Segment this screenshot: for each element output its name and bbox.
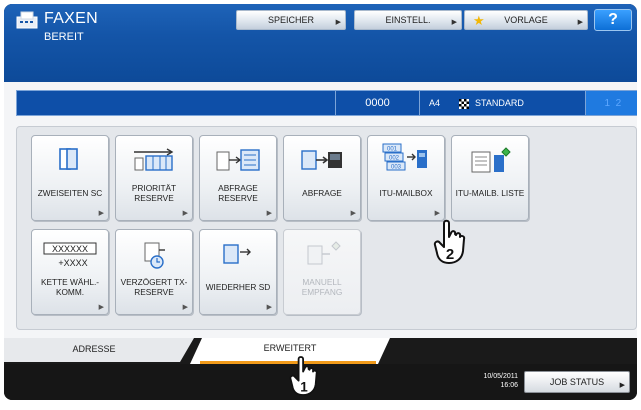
header: FAXEN BEREIT SPEICHER ▶ EINSTELL. ▶ ★ VO… <box>4 4 637 82</box>
arrow-icon: ▶ <box>434 210 440 217</box>
einstell-label: EINSTELL. <box>385 15 431 25</box>
arrow-icon: ▶ <box>182 210 188 217</box>
tile-verzogert-tx-reserve[interactable]: VERZÖGERT TX-RESERVE ▶ <box>115 229 193 315</box>
chain-dial-top: XXXXXX <box>52 244 88 254</box>
chain-dial-icon: XXXXXX +XXXX <box>43 242 97 268</box>
priority-reserve-icon <box>134 148 174 171</box>
arrow-icon: ▶ <box>266 210 272 217</box>
fax-screen: FAXEN BEREIT SPEICHER ▶ EINSTELL. ▶ ★ VO… <box>4 4 637 400</box>
itu-mailbox-icon: 001 002 003 <box>382 143 427 171</box>
itu-mailbox-list-icon <box>471 147 511 173</box>
svg-text:001: 001 <box>387 147 398 153</box>
duplex-scan-icon <box>59 148 78 170</box>
fax-icon <box>16 11 38 29</box>
tile-label: ZWEISEITEN SC <box>37 188 103 199</box>
tile-manuell-empfang: MANUELL EMPFANG <box>283 229 361 315</box>
tile-label: MANUELL EMPFANG <box>301 277 343 297</box>
arrow-icon: ▶ <box>335 19 341 26</box>
einstell-button[interactable]: EINSTELL. ▶ <box>354 10 462 30</box>
tile-kette-wahl-komm[interactable]: XXXXXX +XXXX KETTE WÄHL.-KOMM. ▶ <box>31 229 109 315</box>
main-content: 0000 A4 STANDARD 1 2 ZWEISEITEN SC ▶ PRI… <box>4 82 637 338</box>
tile-label: WIEDERHER SD <box>205 282 271 293</box>
datetime: 10/05/2011 16:06 <box>474 372 518 390</box>
polling-icon <box>301 150 342 170</box>
delayed-tx-icon <box>144 242 165 269</box>
tab-adresse-label: ADRESSE <box>72 344 116 354</box>
tile-itu-mailbox[interactable]: 001 002 003 ITU-MAILBOX ▶ <box>367 135 445 221</box>
resolution-mode: STANDARD <box>449 91 585 115</box>
tile-abfrage-reserve[interactable]: ABFRAGE RESERVE ▶ <box>199 135 277 221</box>
vorlage-label: VORLAGE <box>504 15 548 25</box>
function-panel: ZWEISEITEN SC ▶ PRIORITÄT RESERVE ▶ ABFR… <box>16 126 637 330</box>
tile-label: ITU-MAILB. LISTE <box>455 188 525 199</box>
step-1-number: 1 <box>300 379 308 394</box>
tile-label: ITU-MAILBOX <box>379 188 433 199</box>
step-2-number: 2 <box>446 246 454 263</box>
polling-reserve-icon <box>216 149 260 171</box>
time: 16:06 <box>500 382 518 390</box>
date: 10/05/2011 <box>483 373 518 380</box>
tile-zweiseiten-sc[interactable]: ZWEISEITEN SC ▶ <box>31 135 109 221</box>
paper-size: A4 <box>419 91 449 115</box>
tab-adresse[interactable]: ADRESSE <box>4 338 194 362</box>
app-title: FAXEN <box>44 10 98 27</box>
tab-erweitert-label: ERWEITERT <box>263 343 317 353</box>
arrow-icon: ▶ <box>350 210 356 217</box>
arrow-icon: ▶ <box>266 304 272 311</box>
resolution-label: STANDARD <box>475 98 524 108</box>
tile-label: VERZÖGERT TX-RESERVE <box>120 277 188 297</box>
arrow-icon: ▶ <box>619 382 625 389</box>
arrow-icon: ▶ <box>577 19 583 26</box>
line-indicator: 1 2 <box>585 91 637 115</box>
tile-abfrage[interactable]: ABFRAGE ▶ <box>283 135 361 221</box>
hand-pointer-2-icon: 2 <box>433 219 466 264</box>
tile-wiederher-sd[interactable]: WIEDERHER SD ▶ <box>199 229 277 315</box>
chain-dial-bottom: +XXXX <box>58 258 87 268</box>
svg-text:002: 002 <box>389 156 400 162</box>
vorlage-button[interactable]: ★ VORLAGE ▶ <box>464 10 588 30</box>
tile-label: KETTE WÄHL.-KOMM. <box>40 277 100 297</box>
arrow-icon: ▶ <box>98 304 104 311</box>
page-count: 0000 <box>335 91 419 115</box>
star-icon: ★ <box>473 13 485 28</box>
speicher-button[interactable]: SPEICHER ▶ <box>236 10 346 30</box>
tile-prioritat-reserve[interactable]: PRIORITÄT RESERVE ▶ <box>115 135 193 221</box>
job-status-button[interactable]: JOB STATUS ▶ <box>524 371 630 393</box>
job-status-label: JOB STATUS <box>549 377 605 387</box>
hand-pointer-1-icon: 1 <box>289 356 318 396</box>
arrow-icon: ▶ <box>451 19 457 26</box>
svg-text:003: 003 <box>391 165 402 171</box>
tile-label: ABFRAGE <box>302 188 342 199</box>
resolution-icon <box>459 99 469 109</box>
tile-itu-mailb-liste[interactable]: ITU-MAILB. LISTE <box>451 135 529 221</box>
tile-label: ABFRAGE RESERVE <box>218 183 258 203</box>
fax-status-bar: 0000 A4 STANDARD 1 2 <box>16 90 637 116</box>
machine-status: BEREIT <box>44 31 84 43</box>
help-button[interactable]: ? <box>594 9 632 31</box>
speicher-label: SPEICHER <box>267 15 314 25</box>
arrow-icon: ▶ <box>98 210 104 217</box>
arrow-icon: ▶ <box>182 304 188 311</box>
manual-receive-icon <box>307 241 341 265</box>
tile-label: PRIORITÄT RESERVE <box>131 183 177 203</box>
recover-sd-icon <box>223 244 251 264</box>
